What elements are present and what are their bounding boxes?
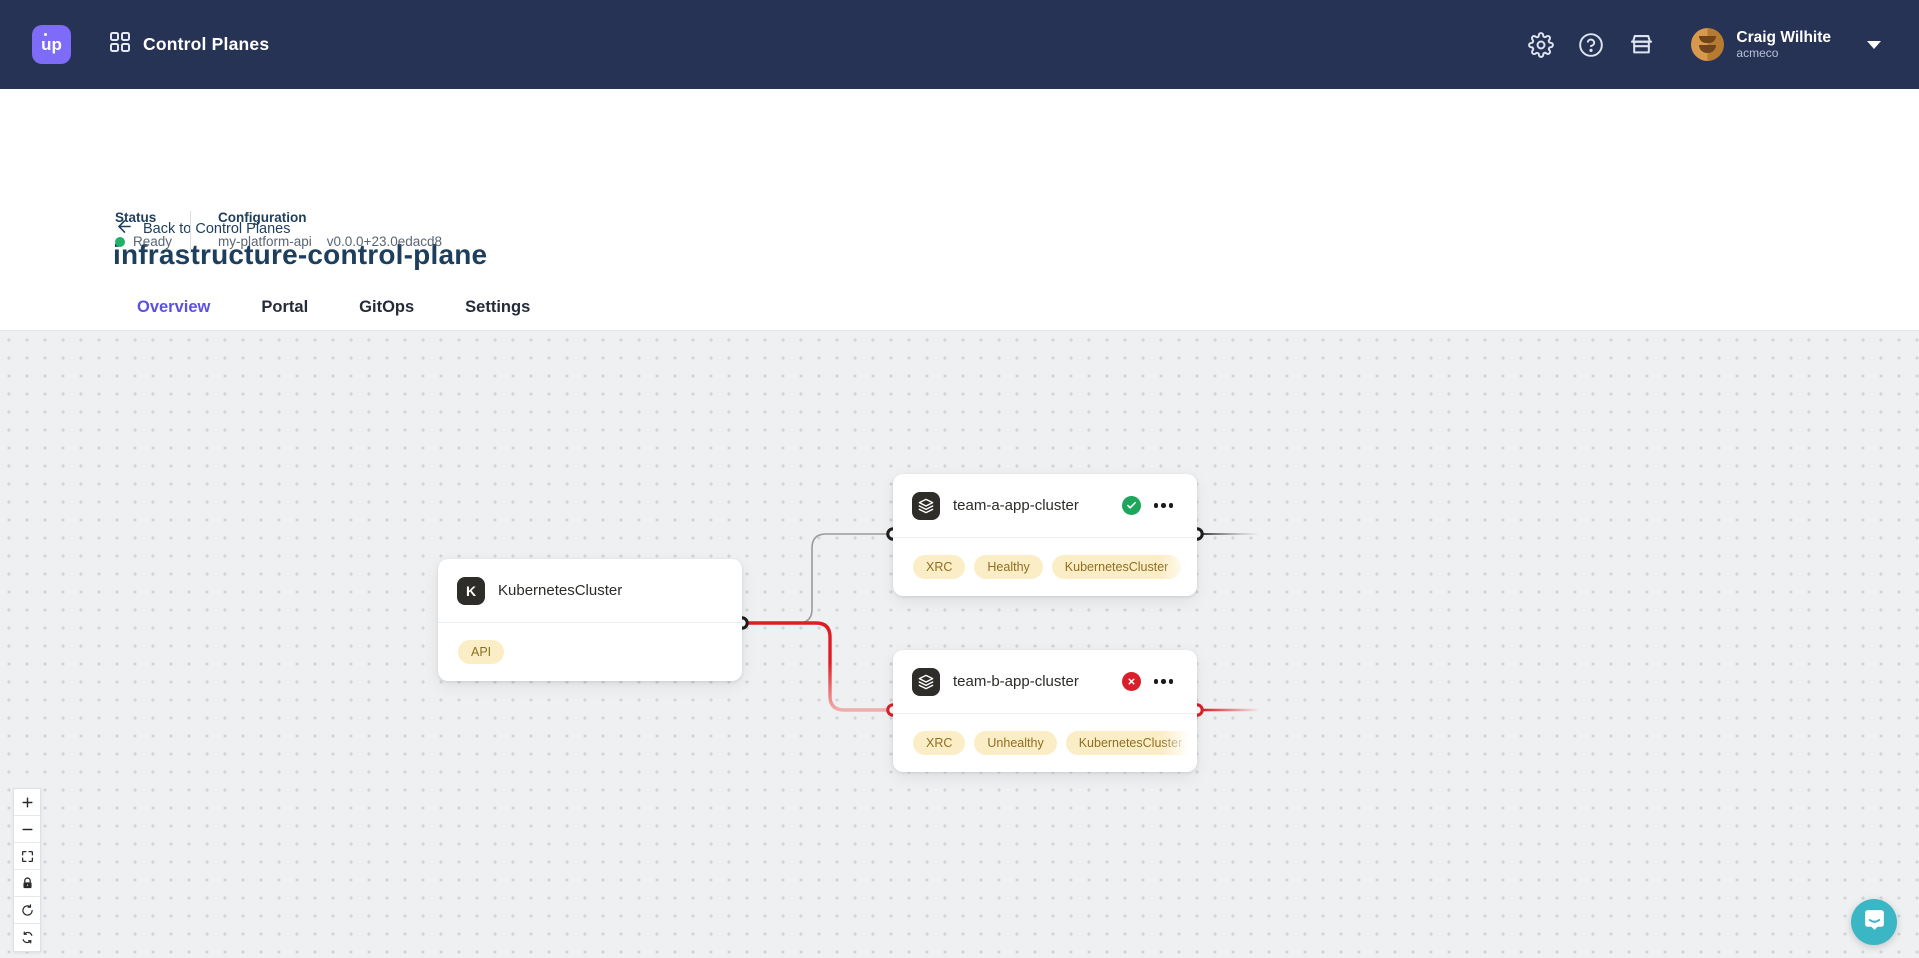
avatar xyxy=(1691,28,1724,61)
status-value: Ready xyxy=(133,234,172,249)
lock-button[interactable] xyxy=(14,870,40,897)
dot xyxy=(1154,503,1159,508)
logo-dot xyxy=(44,33,47,36)
node-title: KubernetesCluster xyxy=(498,582,622,599)
tab-portal[interactable]: Portal xyxy=(239,286,330,333)
kubernetes-k-icon: K xyxy=(457,577,485,605)
node-team-b-app-cluster[interactable]: team-b-app-cluster XRC Unhealthy Kuberne… xyxy=(893,650,1197,772)
header-divider xyxy=(190,211,191,253)
node-header: team-a-app-cluster xyxy=(893,474,1197,538)
up-logo[interactable]: up xyxy=(32,25,71,64)
chat-launcher[interactable] xyxy=(1851,899,1897,945)
grid-icon xyxy=(109,31,131,58)
graph-canvas[interactable]: K KubernetesCluster API team-a-app-clust… xyxy=(0,330,1919,958)
node-header: team-b-app-cluster xyxy=(893,650,1197,714)
tab-gitops[interactable]: GitOps xyxy=(337,286,436,333)
node-title: team-b-app-cluster xyxy=(953,673,1079,690)
tab-settings[interactable]: Settings xyxy=(443,286,552,333)
status-label: Status xyxy=(115,210,172,225)
tag-kubernetescluster: KubernetesCluster xyxy=(1052,555,1182,579)
help-icon[interactable] xyxy=(1577,31,1605,59)
tag-xrc: XRC xyxy=(913,555,965,579)
unhealthy-x-icon xyxy=(1122,672,1141,691)
configuration-name[interactable]: my-platform-api xyxy=(218,234,312,249)
edge-kc-to-team-a xyxy=(742,534,888,623)
user-menu[interactable]: Craig Wilhite acmeco xyxy=(1691,28,1831,61)
chevron-down-icon[interactable] xyxy=(1867,41,1881,49)
top-navbar: up Control Planes xyxy=(0,0,1919,89)
tag-xrc: XRC xyxy=(913,731,965,755)
nav-icons xyxy=(1527,31,1655,59)
app-title: Control Planes xyxy=(143,34,269,55)
tag-kubernetescluster: KubernetesCluster xyxy=(1066,731,1196,755)
node-tags: XRC Unhealthy KubernetesCluster xyxy=(893,714,1197,771)
ellipsis-menu[interactable] xyxy=(1154,499,1174,512)
chat-icon xyxy=(1862,907,1887,937)
node-header: K KubernetesCluster xyxy=(438,559,742,623)
dot xyxy=(1154,679,1159,684)
zoom-in-button[interactable] xyxy=(14,789,40,816)
status-dot xyxy=(115,237,125,247)
edge-kc-to-team-b xyxy=(742,623,888,710)
page-header: Back to Control Planes infrastructure-co… xyxy=(0,89,1919,330)
layers-icon xyxy=(912,492,940,520)
tab-bar: Overview Portal GitOps Settings xyxy=(115,286,552,333)
settings-icon[interactable] xyxy=(1527,31,1555,59)
marketplace-icon[interactable] xyxy=(1627,31,1655,59)
app-switcher[interactable]: Control Planes xyxy=(109,31,269,58)
configuration-version: v0.0.0+23.0edacd8 xyxy=(327,234,442,249)
zoom-out-button[interactable] xyxy=(14,816,40,843)
dot xyxy=(1161,679,1166,684)
configuration-label: Configuration xyxy=(218,210,442,225)
tag-unhealthy: Unhealthy xyxy=(974,731,1056,755)
layers-icon xyxy=(912,668,940,696)
dot xyxy=(1169,503,1174,508)
graph-edges xyxy=(0,331,1919,958)
tag-healthy: Healthy xyxy=(974,555,1042,579)
node-tags: API xyxy=(438,623,742,680)
canvas-controls xyxy=(13,788,41,952)
page: up Control Planes xyxy=(0,0,1919,958)
tag-api: API xyxy=(458,640,504,664)
logo-text: up xyxy=(41,35,62,55)
dot xyxy=(1169,679,1174,684)
node-team-a-app-cluster[interactable]: team-a-app-cluster XRC Healthy Kubernete… xyxy=(893,474,1197,596)
healthy-check-icon xyxy=(1122,496,1141,515)
user-meta: Craig Wilhite acmeco xyxy=(1736,29,1831,61)
relayout-button[interactable] xyxy=(14,924,40,951)
node-title: team-a-app-cluster xyxy=(953,497,1079,514)
user-name: Craig Wilhite xyxy=(1736,29,1831,47)
user-org: acmeco xyxy=(1736,47,1831,61)
fit-view-button[interactable] xyxy=(14,843,40,870)
ellipsis-menu[interactable] xyxy=(1154,675,1174,688)
dot xyxy=(1161,503,1166,508)
node-kubernetescluster[interactable]: K KubernetesCluster API xyxy=(438,559,742,681)
configuration-block: Configuration my-platform-api v0.0.0+23.… xyxy=(218,210,442,249)
reset-view-button[interactable] xyxy=(14,897,40,924)
node-tags: XRC Healthy KubernetesCluster xyxy=(893,538,1197,595)
tab-overview[interactable]: Overview xyxy=(115,286,232,333)
status-block: Status Ready xyxy=(115,210,172,249)
